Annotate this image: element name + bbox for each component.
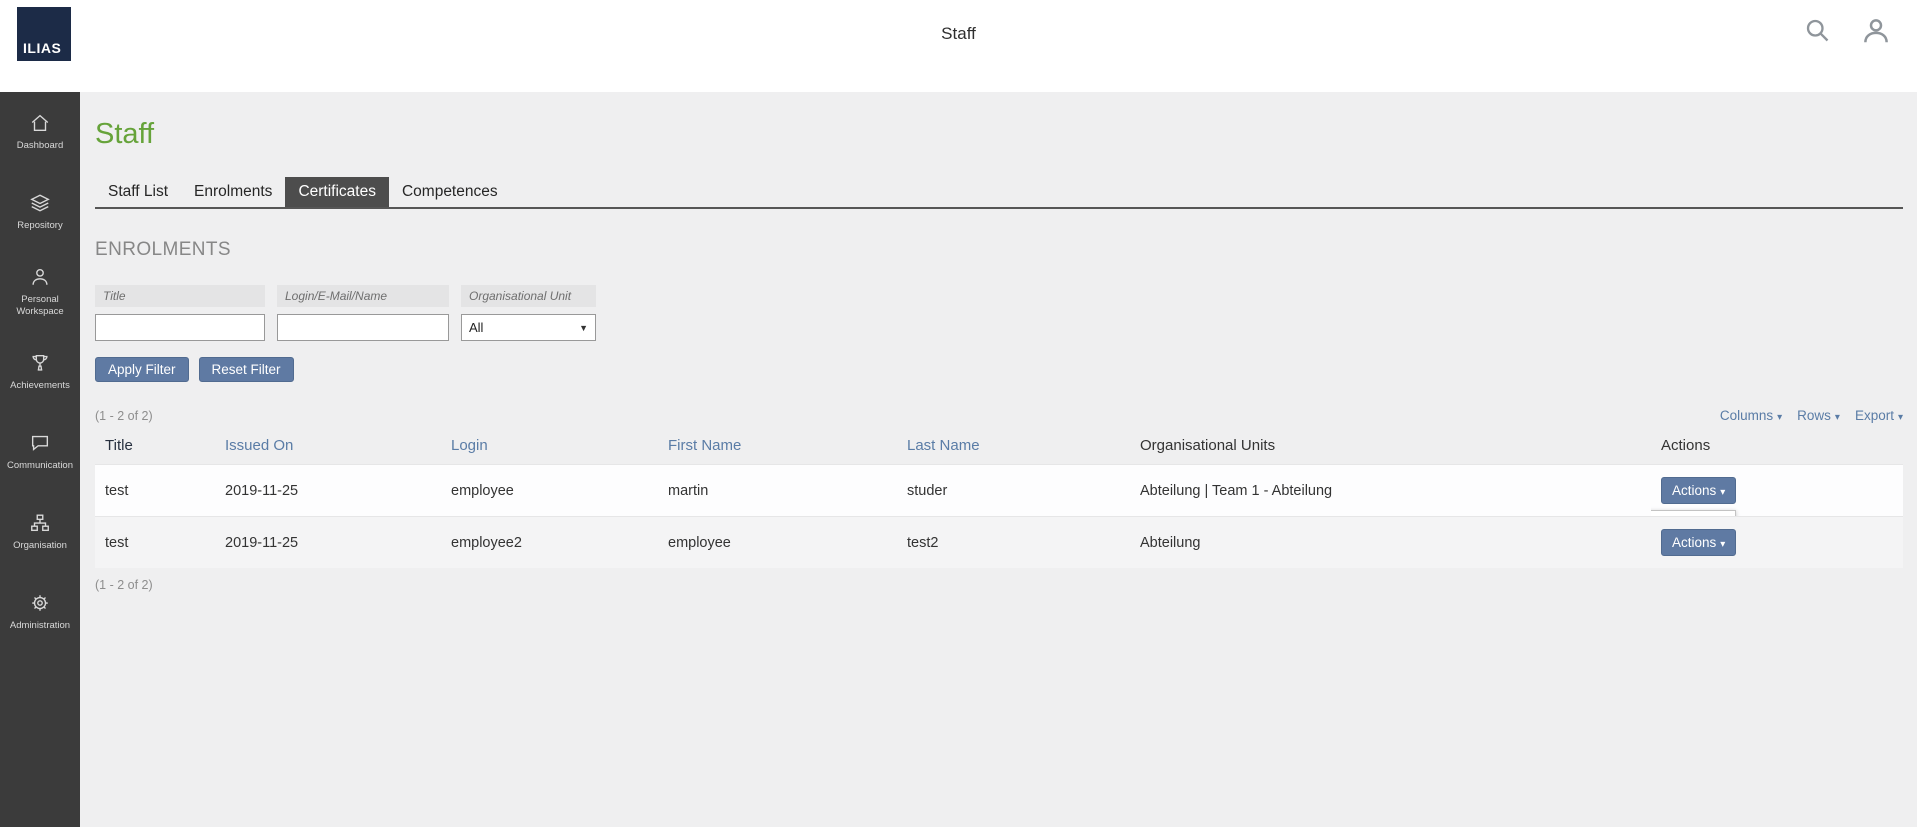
cell-login: employee2 — [441, 517, 658, 569]
table-meta-row: (1 - 2 of 2) Columns▾ Rows▾ Export▾ — [95, 408, 1903, 423]
actions-dropdown-menu: Download Certificate — [1651, 510, 1736, 517]
search-icon[interactable] — [1803, 16, 1831, 44]
chat-icon — [29, 432, 51, 454]
caret-down-icon: ▾ — [1835, 412, 1840, 423]
tab-certificates[interactable]: Certificates — [285, 177, 389, 207]
logo-text: ILIAS — [17, 40, 61, 61]
cell-last-name: studer — [897, 465, 1130, 517]
ilias-logo[interactable]: ILIAS — [17, 7, 71, 61]
table-view-controls: Columns▾ Rows▾ Export▾ — [1720, 408, 1903, 423]
export-control[interactable]: Export▾ — [1855, 408, 1903, 423]
filter-field-login: Login/E-Mail/Name — [277, 285, 449, 341]
filter-field-title: Title — [95, 285, 265, 341]
dropdown-item-download-certificate[interactable]: Download Certificate — [1651, 511, 1735, 517]
sidebar-item-administration[interactable]: Administration — [0, 572, 80, 652]
column-header-org-units: Organisational Units — [1130, 429, 1651, 465]
sidebar-item-communication[interactable]: Communication — [0, 412, 80, 492]
select-arrow-icon: ▼ — [579, 323, 588, 333]
sidebar-item-dashboard[interactable]: Dashboard — [0, 92, 80, 172]
caret-down-icon: ▾ — [1720, 539, 1725, 550]
filter-field-org-unit: Organisational Unit All ▼ — [461, 285, 596, 341]
certificates-table: Title Issued On Login First Name Last Na… — [95, 429, 1903, 568]
columns-control[interactable]: Columns▾ — [1720, 408, 1782, 423]
cell-actions: Actions▾ — [1651, 517, 1903, 569]
top-bar: ILIAS Staff — [0, 0, 1917, 92]
cell-first-name: employee — [658, 517, 897, 569]
caret-down-icon: ▾ — [1720, 487, 1725, 498]
title-filter-input[interactable] — [95, 314, 265, 341]
column-header-last-name[interactable]: Last Name — [897, 429, 1130, 465]
row-actions-button[interactable]: Actions▾ — [1661, 529, 1736, 556]
tab-competences[interactable]: Competences — [389, 177, 511, 207]
tab-bar: Staff List Enrolments Certificates Compe… — [95, 177, 1903, 209]
page-title: Staff — [95, 118, 1903, 151]
select-value: All — [469, 320, 483, 335]
filter-label-org-unit: Organisational Unit — [461, 285, 596, 307]
table-row: test 2019-11-25 employee martin studer A… — [95, 465, 1903, 517]
user-icon[interactable] — [1861, 16, 1891, 46]
row-actions-button[interactable]: Actions▾ — [1661, 477, 1736, 504]
cell-actions: Actions▾ Download Certificate — [1651, 465, 1903, 517]
layers-icon — [29, 192, 51, 214]
cell-title: test — [95, 465, 215, 517]
tab-staff-list[interactable]: Staff List — [95, 177, 181, 207]
apply-filter-button[interactable]: Apply Filter — [95, 357, 189, 382]
sidebar-item-label: Administration — [7, 620, 73, 632]
main-sidebar: Dashboard Repository Personal Workspace — [0, 92, 80, 827]
sidebar-item-label: Personal Workspace — [0, 294, 80, 318]
person-icon — [29, 266, 51, 288]
tab-enrolments[interactable]: Enrolments — [181, 177, 285, 207]
gear-icon — [29, 592, 51, 614]
login-filter-input[interactable] — [277, 314, 449, 341]
rows-control[interactable]: Rows▾ — [1797, 408, 1840, 423]
result-range-top: (1 - 2 of 2) — [95, 409, 153, 423]
column-header-title[interactable]: Title — [95, 429, 215, 465]
column-header-first-name[interactable]: First Name — [658, 429, 897, 465]
filter-panel: Title Login/E-Mail/Name Organisational U… — [95, 285, 1903, 341]
cell-issued-on: 2019-11-25 — [215, 465, 441, 517]
filter-label-title: Title — [95, 285, 265, 307]
reset-filter-button[interactable]: Reset Filter — [199, 357, 294, 382]
window-title: Staff — [941, 24, 976, 44]
sidebar-item-repository[interactable]: Repository — [0, 172, 80, 252]
sidebar-item-label: Repository — [14, 220, 65, 232]
column-header-login[interactable]: Login — [441, 429, 658, 465]
cell-first-name: martin — [658, 465, 897, 517]
column-header-issued-on[interactable]: Issued On — [215, 429, 441, 465]
cell-login: employee — [441, 465, 658, 517]
section-title: ENROLMENTS — [95, 239, 1903, 261]
cell-issued-on: 2019-11-25 — [215, 517, 441, 569]
sidebar-item-personal-workspace[interactable]: Personal Workspace — [0, 252, 80, 332]
caret-down-icon: ▾ — [1777, 412, 1782, 423]
sidebar-item-label: Communication — [4, 460, 76, 472]
table-header-row: Title Issued On Login First Name Last Na… — [95, 429, 1903, 465]
trophy-icon — [29, 352, 51, 374]
table-row: test 2019-11-25 employee2 employee test2… — [95, 517, 1903, 569]
home-icon — [29, 112, 51, 134]
sidebar-item-achievements[interactable]: Achievements — [0, 332, 80, 412]
caret-down-icon: ▾ — [1898, 412, 1903, 423]
sidebar-item-label: Dashboard — [14, 140, 66, 152]
cell-last-name: test2 — [897, 517, 1130, 569]
cell-org-units: Abteilung — [1130, 517, 1651, 569]
result-range-bottom: (1 - 2 of 2) — [95, 578, 1903, 592]
sidebar-item-label: Achievements — [7, 380, 73, 392]
column-header-actions: Actions — [1651, 429, 1903, 465]
organisational-unit-select[interactable]: All ▼ — [461, 314, 596, 341]
sidebar-item-organisation[interactable]: Organisation — [0, 492, 80, 572]
filter-buttons: Apply Filter Reset Filter — [95, 357, 1903, 382]
main-content: Staff Staff List Enrolments Certificates… — [80, 92, 1917, 827]
orgchart-icon — [29, 512, 51, 534]
filter-label-login: Login/E-Mail/Name — [277, 285, 449, 307]
sidebar-item-label: Organisation — [10, 540, 70, 552]
cell-org-units: Abteilung | Team 1 - Abteilung — [1130, 465, 1651, 517]
cell-title: test — [95, 517, 215, 569]
